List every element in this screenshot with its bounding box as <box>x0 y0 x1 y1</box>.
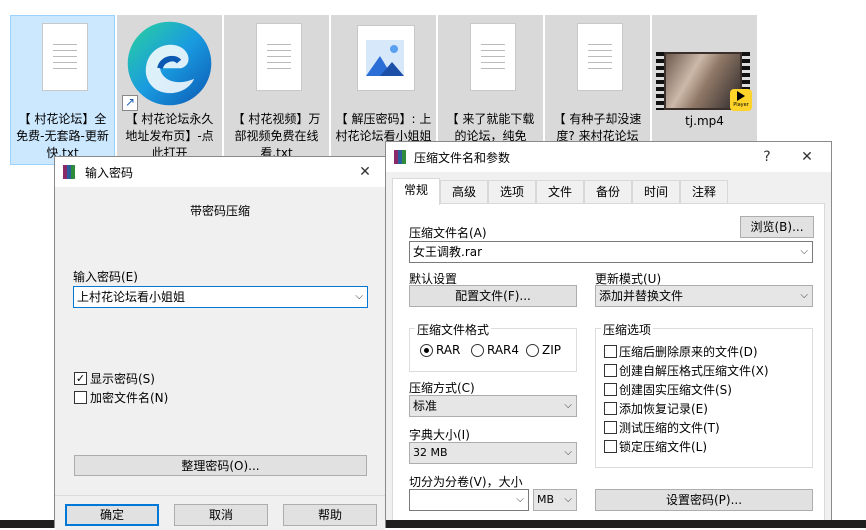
radio-rar4-label: RAR4 <box>487 343 520 357</box>
recovery-record-label: 添加恢复记录(E) <box>619 402 708 416</box>
file-label: 【 解压密码】: 上村花论坛看小姐姐 <box>335 112 432 143</box>
chevron-down-icon: ⌵ <box>800 290 808 301</box>
password-label: 输入密码(E) <box>73 270 138 284</box>
password-input[interactable]: 上村花论坛看小姐姐 ⌵ <box>73 286 368 308</box>
show-password-label: 显示密码(S) <box>90 372 155 386</box>
sfx-label: 创建自解压格式压缩文件(X) <box>619 364 769 378</box>
help-button[interactable]: 帮助 <box>283 504 377 526</box>
file-label: tj.mp4 <box>685 114 724 128</box>
close-icon[interactable]: ✕ <box>793 145 821 169</box>
update-mode-value: 添加并替换文件 <box>599 289 684 303</box>
method-label: 压缩方式(C) <box>409 381 475 395</box>
dictionary-select[interactable]: 32 MB ⌵ <box>409 442 577 464</box>
dictionary-value: 32 MB <box>413 446 448 459</box>
radio-zip-label: ZIP <box>542 343 561 357</box>
tab-backup[interactable]: 备份 <box>584 180 632 204</box>
password-value: 上村花论坛看小姐姐 <box>77 290 186 304</box>
dictionary-label: 字典大小(I) <box>409 428 470 442</box>
profiles-button[interactable]: 配置文件(F)... <box>409 285 577 307</box>
archive-options-label: 压缩选项 <box>601 321 654 338</box>
player-icon: Player <box>730 89 752 111</box>
archive-format-label: 压缩文件格式 <box>415 321 492 338</box>
file-label: 【 村花论坛永久地址发布页】-点此打开 <box>125 112 214 160</box>
solid-label: 创建固实压缩文件(S) <box>619 383 732 397</box>
encrypt-filenames-label: 加密文件名(N) <box>90 391 169 405</box>
shortcut-arrow-icon: ↗ <box>122 95 138 111</box>
ok-button[interactable]: 确定 <box>65 504 159 526</box>
dialog-heading: 带密码压缩 <box>189 204 250 218</box>
chevron-down-icon: ⌵ <box>564 447 572 458</box>
encrypt-filenames-checkbox[interactable] <box>74 391 87 404</box>
method-value: 标准 <box>413 399 438 413</box>
chevron-down-icon: ⌵ <box>564 494 572 505</box>
sfx-checkbox[interactable] <box>604 364 617 377</box>
winrar-icon <box>394 150 408 164</box>
archive-name-value: 女王调教.rar <box>413 245 483 259</box>
dialog-title: 输入密码 <box>85 166 134 180</box>
cancel-button[interactable]: 取消 <box>174 504 268 526</box>
dialog-title: 压缩文件名和参数 <box>414 151 511 165</box>
tab-options[interactable]: 选项 <box>488 180 536 204</box>
radio-rar-label: RAR <box>436 343 461 357</box>
organize-passwords-button[interactable]: 整理密码(O)... <box>74 455 367 476</box>
radio-zip[interactable] <box>526 344 539 357</box>
tab-time[interactable]: 时间 <box>632 180 680 204</box>
winrar-icon <box>63 165 77 179</box>
file-label: 【 来了就能下载的论坛，纯免 <box>446 112 535 143</box>
split-volumes-label: 切分为分卷(V)，大小 <box>409 475 523 489</box>
chevron-down-icon: ⌵ <box>516 494 524 505</box>
image-file-icon <box>357 25 415 91</box>
method-select[interactable]: 标准 ⌵ <box>409 395 577 417</box>
tab-general[interactable]: 常规 <box>392 178 440 205</box>
show-password-checkbox[interactable]: ✓ <box>74 372 87 385</box>
lock-archive-label: 锁定压缩文件(L) <box>619 440 708 454</box>
update-mode-select[interactable]: 添加并替换文件 ⌵ <box>595 285 813 307</box>
split-unit-select[interactable]: MB ⌵ <box>533 489 577 511</box>
solid-checkbox[interactable] <box>604 383 617 396</box>
file-label: 【 村花论坛】全免费-无套路-更新快.txt <box>16 112 109 160</box>
split-unit-value: MB <box>537 493 555 506</box>
text-file-icon <box>256 23 302 91</box>
delete-after-checkbox[interactable] <box>604 345 617 358</box>
archive-name-label: 压缩文件名(A) <box>409 226 487 240</box>
help-button[interactable]: ? <box>753 145 781 169</box>
radio-rar[interactable] <box>420 344 433 357</box>
archive-name-combo[interactable]: 女王调教.rar ⌵ <box>409 241 813 263</box>
chevron-down-icon: ⌵ <box>355 291 363 302</box>
set-password-button[interactable]: 设置密码(P)... <box>595 489 813 511</box>
browse-button[interactable]: 浏览(B)... <box>740 216 814 238</box>
enter-password-dialog: 输入密码 ✕ 带密码压缩 输入密码(E) 上村花论坛看小姐姐 ⌵ ✓ 显示密码(… <box>54 156 386 530</box>
close-icon[interactable]: ✕ <box>351 160 379 184</box>
tab-files[interactable]: 文件 <box>536 180 584 204</box>
lock-archive-checkbox[interactable] <box>604 440 617 453</box>
file-icon-tile[interactable]: 【 村花视频】万部视频免费在线看.txt <box>224 15 329 165</box>
file-label: 【 村花视频】万部视频免费在线看.txt <box>232 112 321 160</box>
tab-comment[interactable]: 注释 <box>680 180 728 204</box>
text-file-icon <box>42 23 88 91</box>
radio-rar4[interactable] <box>471 344 484 357</box>
button-bar: 确定 取消 帮助 <box>55 495 385 530</box>
tab-advanced[interactable]: 高级 <box>440 180 488 204</box>
test-files-label: 测试压缩的文件(T) <box>619 421 720 435</box>
archive-parameters-dialog: 压缩文件名和参数 ? ✕ 常规 高级 选项 文件 备份 时间 注释 压缩文件名(… <box>385 141 832 528</box>
text-file-icon <box>577 23 623 91</box>
split-size-input[interactable]: ⌵ <box>409 489 529 511</box>
delete-after-label: 压缩后删除原来的文件(D) <box>619 345 758 359</box>
chevron-down-icon: ⌵ <box>564 400 572 411</box>
chevron-down-icon: ⌵ <box>800 246 808 257</box>
title-bar: 输入密码 ✕ <box>55 157 385 187</box>
title-bar: 压缩文件名和参数 ? ✕ <box>386 142 831 172</box>
recovery-record-checkbox[interactable] <box>604 402 617 415</box>
file-icon-tile[interactable]: 【 村花论坛】全免费-无套路-更新快.txt <box>10 15 115 165</box>
text-file-icon <box>470 23 516 91</box>
test-files-checkbox[interactable] <box>604 421 617 434</box>
file-label: 【 有种子却没速度? 来村花论坛 <box>553 112 642 143</box>
general-tab-panel: 压缩文件名(A) 浏览(B)... 女王调教.rar ⌵ 默认设置 配置文件(F… <box>392 203 825 527</box>
